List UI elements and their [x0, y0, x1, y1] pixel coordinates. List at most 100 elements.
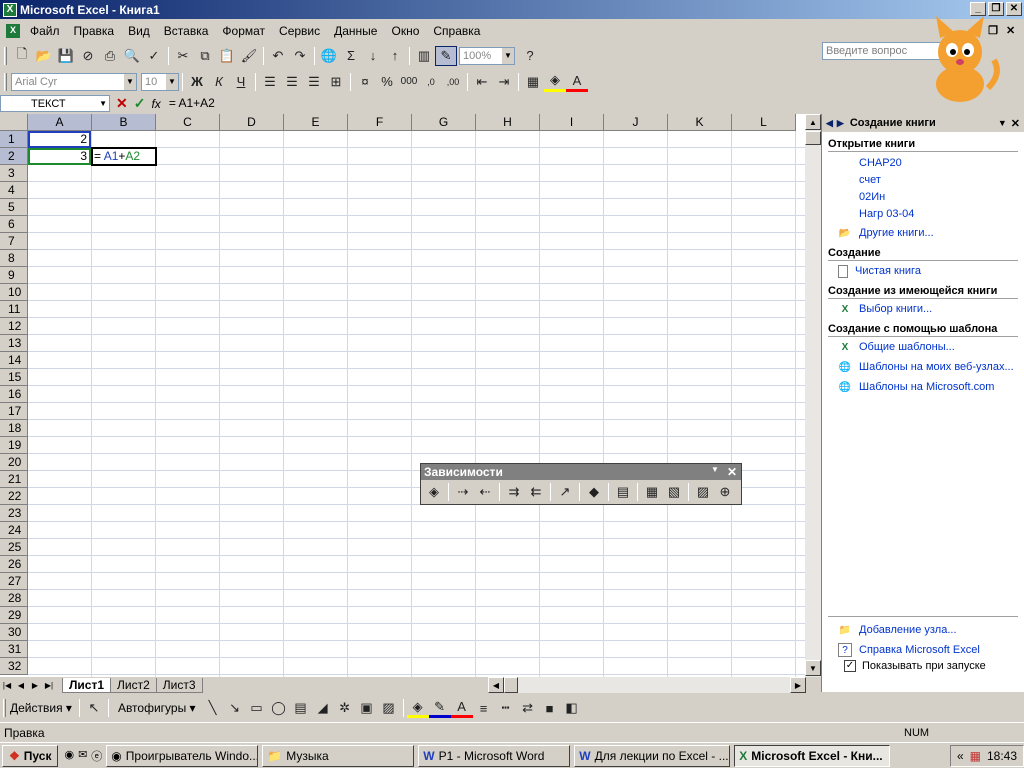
oval-icon[interactable]: ◯ [268, 698, 290, 718]
row-header-7[interactable]: 7 [0, 233, 28, 250]
scroll-up-icon[interactable]: ▲ [805, 114, 821, 130]
recent-file-link[interactable]: счет [822, 172, 1024, 189]
worksheet-grid[interactable]: A B C D E F G H I J K L 1 2 3 4 5 6 7 8 9 10 11 12 13 14 15 16 17 18 1… [0, 114, 805, 677]
close-icon[interactable]: ✕ [727, 465, 737, 479]
show-watch-window-icon[interactable]: ▨ [692, 482, 714, 502]
row-header-18[interactable]: 18 [0, 420, 28, 437]
column-header-f[interactable]: F [348, 114, 412, 131]
enter-icon[interactable]: ✓ [134, 95, 146, 112]
row-header-9[interactable]: 9 [0, 267, 28, 284]
error-check-icon[interactable]: ◈ [423, 482, 445, 502]
hyperlink-icon[interactable]: 🌐 [318, 46, 340, 66]
actions-button[interactable]: Действия ▾ [10, 701, 72, 715]
new-icon[interactable]: 🗋 [11, 46, 33, 66]
autosum-icon[interactable]: Σ [340, 46, 362, 66]
decrease-decimal-icon[interactable]: ,00 [442, 72, 464, 92]
row-header-8[interactable]: 8 [0, 250, 28, 267]
horizontal-scroll-thumb[interactable] [504, 677, 518, 693]
shadow-icon[interactable]: ■ [539, 698, 561, 718]
outlook-quicklaunch-icon[interactable]: ✉ [78, 748, 87, 764]
insert-function-icon[interactable]: fx [151, 97, 160, 111]
taskbar-item-word-p1[interactable]: W P1 - Microsoft Word [418, 744, 571, 767]
row-header-11[interactable]: 11 [0, 301, 28, 318]
chrome-quicklaunch-icon[interactable]: ◉ [64, 748, 74, 764]
prev-sheet-icon[interactable]: ◀ [14, 681, 28, 690]
increase-decimal-icon[interactable]: ,0 [420, 72, 442, 92]
align-right-icon[interactable]: ☰ [303, 72, 325, 92]
rectangle-icon[interactable]: ▭ [246, 698, 268, 718]
dash-style-icon[interactable]: ┅ [495, 698, 517, 718]
sheet-tab-3[interactable]: Лист3 [155, 677, 203, 693]
row-header-19[interactable]: 19 [0, 437, 28, 454]
column-header-j[interactable]: J [604, 114, 668, 131]
spelling-icon[interactable]: ✓ [143, 46, 165, 66]
zoom-select[interactable]: 100% ▼ [459, 46, 515, 65]
cell-b2-editing[interactable]: = A1+A2 [91, 147, 157, 166]
row-header-29[interactable]: 29 [0, 607, 28, 624]
font-color-icon[interactable]: A [566, 72, 588, 92]
row-header-3[interactable]: 3 [0, 165, 28, 182]
menu-file[interactable]: Файл [23, 24, 67, 38]
cut-icon[interactable]: ✂ [172, 46, 194, 66]
column-header-k[interactable]: K [668, 114, 732, 131]
forward-icon[interactable]: ▶ [837, 118, 844, 129]
row-header-32[interactable]: 32 [0, 658, 28, 675]
sheet-tab-1[interactable]: Лист1 [62, 677, 112, 693]
cell-a2[interactable]: 3 [28, 148, 91, 165]
scroll-thumb[interactable] [805, 131, 821, 145]
menu-tools[interactable]: Сервис [272, 24, 327, 38]
column-header-g[interactable]: G [412, 114, 476, 131]
taskbar-item-music[interactable]: 📁 Музыка [262, 744, 415, 767]
menu-view[interactable]: Вид [121, 24, 157, 38]
underline-icon[interactable]: Ч [230, 72, 252, 92]
tray-expand-icon[interactable]: « [957, 749, 964, 763]
scroll-right-icon[interactable]: ▶ [790, 677, 806, 693]
close-icon[interactable]: ✕ [1011, 117, 1020, 130]
paste-icon[interactable]: 📋 [216, 46, 238, 66]
dependencies-title-bar[interactable]: Зависимости ▼ ✕ [421, 464, 741, 480]
column-header-i[interactable]: I [540, 114, 604, 131]
row-header-16[interactable]: 16 [0, 386, 28, 403]
remove-precedent-arrows-icon[interactable]: ⇠ [474, 482, 496, 502]
picture-icon[interactable]: ▨ [378, 698, 400, 718]
doc-close-button[interactable]: ✕ [1006, 24, 1015, 37]
diagram-icon[interactable]: ✲ [334, 698, 356, 718]
currency-icon[interactable]: ¤ [354, 72, 376, 92]
formula-input[interactable]: = A1+A2 [169, 95, 820, 112]
fill-color-icon[interactable]: ◈ [544, 72, 566, 92]
row-header-15[interactable]: 15 [0, 369, 28, 386]
column-header-h[interactable]: H [476, 114, 540, 131]
remove-all-arrows-icon[interactable]: ↗ [554, 482, 576, 502]
open-icon[interactable]: 📂 [33, 46, 55, 66]
other-books-link[interactable]: 📂 Другие книги... [822, 223, 1024, 243]
undo-icon[interactable]: ↶ [267, 46, 289, 66]
menu-window[interactable]: Окно [384, 24, 426, 38]
choose-book-link[interactable]: X Выбор книги... [822, 299, 1024, 319]
remove-dependent-arrows-icon[interactable]: ⇇ [525, 482, 547, 502]
next-sheet-icon[interactable]: ▶ [28, 681, 42, 690]
excel-icon[interactable]: X [3, 2, 17, 17]
show-on-start-checkbox[interactable]: ✓ [844, 660, 856, 672]
arrow-style-icon[interactable]: ⇄ [517, 698, 539, 718]
thousands-icon[interactable]: 000 [398, 72, 420, 92]
row-header-12[interactable]: 12 [0, 318, 28, 335]
row-header-30[interactable]: 30 [0, 624, 28, 641]
row-header-24[interactable]: 24 [0, 522, 28, 539]
cancel-icon[interactable]: ✕ [116, 95, 128, 112]
print-preview-icon[interactable]: 🔍 [121, 46, 143, 66]
close-button[interactable]: ✕ [1006, 2, 1022, 16]
cell-a1[interactable]: 2 [28, 131, 91, 148]
office-assistant-cat-icon[interactable] [918, 14, 1002, 106]
recent-file-link[interactable]: CHAP20 [822, 155, 1024, 172]
taskbar-item-media-player[interactable]: ◉ Проигрыватель Windo... [106, 744, 259, 767]
column-header-b[interactable]: B [92, 114, 156, 131]
decrease-indent-icon[interactable]: ⇤ [471, 72, 493, 92]
autoshapes-button[interactable]: Автофигуры ▾ [118, 701, 196, 715]
clear-validation-circles-icon[interactable]: ▧ [663, 482, 685, 502]
wordart-icon[interactable]: ◢ [312, 698, 334, 718]
sort-asc-icon[interactable]: ↓ [362, 46, 384, 66]
add-node-link[interactable]: 📁 Добавление узла... [822, 620, 957, 640]
percent-icon[interactable]: % [376, 72, 398, 92]
row-header-22[interactable]: 22 [0, 488, 28, 505]
permission-icon[interactable]: ⊘ [77, 46, 99, 66]
